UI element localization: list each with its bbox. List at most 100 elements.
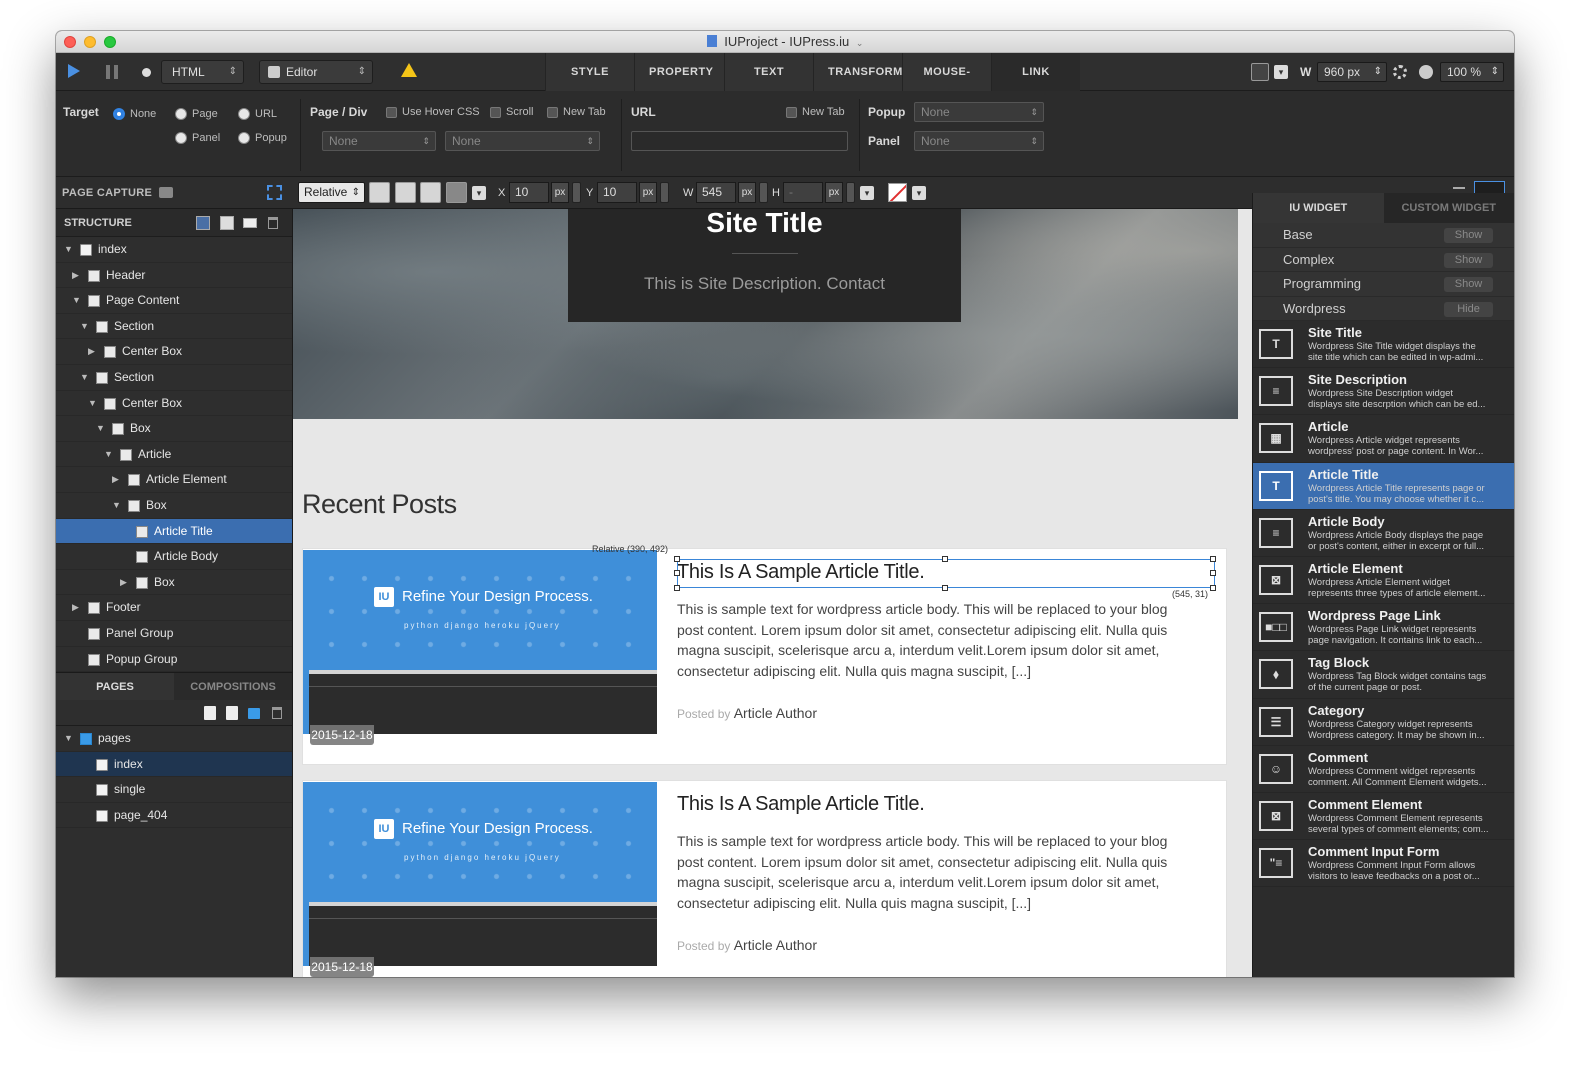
align-top-button[interactable] (395, 182, 416, 203)
target-none-radio[interactable] (113, 108, 125, 120)
resize-handle[interactable] (942, 585, 948, 591)
tree-item[interactable]: ▼ Section (56, 365, 292, 391)
page-item[interactable]: ▼ pages (56, 726, 292, 752)
tab-iu-widget[interactable]: IU WIDGET (1253, 193, 1384, 223)
widget-item[interactable]: ⊠ Article Element Wordpress Article Elemen… (1253, 557, 1514, 605)
resize-handle[interactable] (942, 556, 948, 562)
widget-category[interactable]: Programming Show (1253, 272, 1514, 297)
page-item[interactable]: index (56, 751, 292, 778)
layout-split-icon[interactable] (220, 216, 234, 230)
resize-handle[interactable] (674, 556, 680, 562)
widget-item[interactable]: ⊠ Comment Element Wordpress Comment Elemen… (1253, 793, 1514, 841)
tree-item[interactable]: Panel Group (56, 621, 292, 647)
h-unit[interactable]: px (825, 182, 843, 203)
triangle-down-icon[interactable]: ▼ (80, 365, 89, 390)
show-toggle-button[interactable]: Show (1444, 228, 1493, 243)
triangle-down-icon[interactable]: ▼ (80, 314, 89, 339)
tree-item[interactable]: ▼ Section (56, 314, 292, 340)
tree-item[interactable]: ▼ Center Box (56, 391, 292, 417)
page-item[interactable]: single (56, 777, 292, 803)
recent-posts-heading[interactable]: Recent Posts (302, 489, 457, 520)
x-unit[interactable]: px (551, 182, 569, 203)
widget-category[interactable]: Base Show (1253, 223, 1514, 248)
tab-property[interactable]: PROPERTY (634, 53, 724, 91)
show-toggle-button[interactable]: Show (1444, 252, 1493, 268)
widget-category[interactable]: Complex Show (1253, 247, 1514, 272)
page-select[interactable]: None ⇕ (322, 131, 436, 151)
position-select[interactable]: Relative ⇕ (298, 182, 365, 203)
tab-compositions[interactable]: COMPOSITIONS (174, 673, 292, 701)
size-options-button[interactable]: ▾ (860, 186, 874, 200)
layout-rows-icon[interactable] (243, 218, 257, 228)
tab-text[interactable]: TEXT (724, 53, 813, 91)
y-stepper[interactable] (660, 182, 669, 203)
widget-item[interactable]: ■□□ Wordpress Page Link Wordpress Page Lin… (1253, 604, 1514, 652)
article-image[interactable]: IU Refine Your Design Process. python djan… (303, 782, 657, 966)
tree-item[interactable]: ▼ Article (56, 442, 292, 468)
triangle-down-icon[interactable]: ▼ (72, 288, 81, 313)
widget-item[interactable]: T Article Title Wordpress Article Title re… (1253, 462, 1514, 510)
tab-link[interactable]: LINK (991, 53, 1080, 91)
show-toggle-button[interactable]: Show (1444, 277, 1493, 292)
panel-select[interactable]: None ⇕ (914, 131, 1044, 151)
frame-toggle-button[interactable] (1251, 63, 1269, 81)
w-input[interactable]: 545 (696, 182, 736, 203)
language-select[interactable]: HTML ⇕ (161, 60, 244, 84)
new-tab-checkbox[interactable] (547, 107, 558, 118)
align-center-button[interactable] (420, 182, 441, 203)
h-stepper[interactable] (846, 182, 855, 203)
widget-item[interactable]: "≡ Comment Input Form Wordpress Comment In… (1253, 840, 1514, 888)
resize-handle[interactable] (1210, 556, 1216, 562)
tree-item[interactable]: ▶ Header (56, 263, 292, 289)
gear-icon[interactable] (1393, 65, 1407, 79)
widget-item[interactable]: ☺ Comment Wordpress Comment widget represe… (1253, 746, 1514, 793)
triangle-right-icon[interactable]: ▶ (88, 339, 95, 364)
scroll-checkbox[interactable] (490, 107, 501, 118)
hide-toggle-button[interactable]: Hide (1444, 301, 1493, 317)
triangle-down-icon[interactable]: ▼ (96, 416, 105, 441)
x-stepper[interactable] (572, 182, 581, 203)
warning-icon[interactable] (401, 63, 417, 77)
new-document-icon[interactable] (226, 706, 238, 721)
target-url-radio[interactable] (238, 108, 250, 120)
trash-icon[interactable] (268, 217, 278, 229)
x-input[interactable]: 10 (509, 182, 549, 203)
y-input[interactable]: 10 (597, 182, 637, 203)
zoom-icon[interactable] (1419, 65, 1433, 79)
article-author[interactable]: Article Author (734, 937, 817, 953)
no-overflow-icon[interactable] (888, 183, 907, 202)
triangle-right-icon[interactable]: ▶ (72, 263, 79, 288)
target-panel-radio[interactable] (175, 132, 187, 144)
widget-item[interactable]: ▦ Article Wordpress Article widget represe… (1253, 415, 1514, 463)
zoom-window-button[interactable] (104, 36, 116, 48)
tab-pages[interactable]: PAGES (56, 673, 174, 701)
frame-options-button[interactable]: ▾ (1274, 65, 1288, 79)
tab-style[interactable]: STYLE (545, 53, 634, 91)
article-image[interactable]: IU Refine Your Design Process. python djan… (303, 550, 657, 734)
popup-select[interactable]: None ⇕ (914, 102, 1044, 122)
url-new-tab-checkbox[interactable] (786, 107, 797, 118)
site-title[interactable]: Site Title (568, 209, 961, 243)
layout-full-icon[interactable] (196, 216, 210, 230)
play-icon[interactable] (68, 64, 80, 78)
design-canvas[interactable]: Site Title This is Site Description. Con… (293, 209, 1252, 977)
pause-icon[interactable] (106, 65, 118, 79)
tree-item[interactable]: ▶ Box (56, 570, 292, 596)
tree-item[interactable]: Article Body (56, 544, 292, 570)
tree-item[interactable]: ▶ Footer (56, 595, 292, 621)
align-box-button[interactable] (369, 182, 390, 203)
use-hover-css-checkbox[interactable] (386, 107, 397, 118)
triangle-right-icon[interactable]: ▶ (120, 570, 127, 595)
widget-item[interactable]: ☰ Category Wordpress Category widget repre… (1253, 699, 1514, 746)
overflow-options-button[interactable]: ▾ (912, 186, 926, 200)
resize-handle[interactable] (674, 585, 680, 591)
tab-transform[interactable]: TRANSFORM (813, 53, 902, 91)
resize-handle[interactable] (1210, 570, 1216, 576)
select-frame-icon[interactable] (267, 185, 282, 200)
record-icon[interactable] (142, 68, 151, 77)
site-title-box[interactable]: Site Title This is Site Description. Con… (568, 209, 961, 322)
triangle-right-icon[interactable]: ▶ (72, 595, 79, 620)
canvas-width-input[interactable]: 960 px ⇕ (1317, 62, 1387, 82)
article-body[interactable]: This is sample text for wordpress articl… (677, 831, 1197, 913)
target-popup-radio[interactable] (238, 132, 250, 144)
